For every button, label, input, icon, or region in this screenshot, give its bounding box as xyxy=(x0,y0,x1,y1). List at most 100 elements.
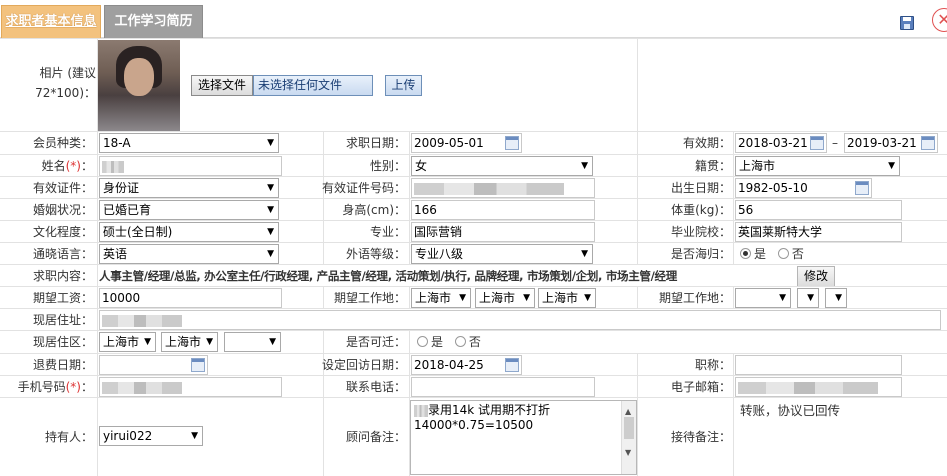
chevron-down-icon: ▼ xyxy=(191,431,198,441)
salary-input[interactable]: 10000 xyxy=(99,288,282,308)
district-province-select[interactable]: 上海市 ▼ xyxy=(99,332,156,352)
education-value: 硕士(全日制) xyxy=(103,225,173,239)
row-name: 姓名(*)： 性别： 女 ▼ 籍贯： 上海市 ▼ xyxy=(0,154,947,176)
relocate-radio-group: 是 否 xyxy=(417,333,481,351)
school-label: 毕业院校： xyxy=(670,225,731,239)
validity-label: 有效期： xyxy=(682,136,731,150)
education-select[interactable]: 硕士(全日制) ▼ xyxy=(99,222,279,242)
work-place-2-district-select[interactable]: ▼ xyxy=(825,288,847,308)
revisit-date-label: 设定回访日期： xyxy=(321,358,406,372)
language-level-select[interactable]: 专业八级 ▼ xyxy=(411,244,593,264)
row-marital: 婚姻状况： 已婚已育 ▼ 身高(cm)： 166 体重(kg)： 56 xyxy=(0,198,947,220)
school-value: 英国莱斯特大学 xyxy=(738,225,823,239)
chevron-down-icon: ▼ xyxy=(584,293,591,303)
birth-date-input[interactable]: 1982-05-10 xyxy=(735,178,872,198)
job-date-input[interactable]: 2009-05-01 xyxy=(411,133,522,153)
holder-label: 持有人： xyxy=(44,430,93,444)
calendar-icon[interactable] xyxy=(505,136,519,150)
district-label: 现居住区： xyxy=(32,335,93,349)
address-input[interactable] xyxy=(99,310,941,330)
calendar-icon[interactable] xyxy=(191,358,205,372)
weight-input[interactable]: 56 xyxy=(735,200,902,220)
gender-value: 女 xyxy=(415,159,428,173)
job-date-label: 求职日期： xyxy=(345,136,406,150)
major-input[interactable]: 国际营销 xyxy=(411,222,595,242)
work-place-city-value: 上海市 xyxy=(479,291,516,305)
redacted-mobile xyxy=(102,381,182,394)
school-input[interactable]: 英国莱斯特大学 xyxy=(735,222,902,242)
close-icon[interactable]: ✕ xyxy=(932,8,947,32)
overseas-yes-label: 是 xyxy=(754,247,767,261)
name-input[interactable] xyxy=(99,156,282,176)
scroll-thumb[interactable] xyxy=(624,417,634,439)
row-id: 有效证件： 身份证 ▼ 有效证件号码： 出生日期： 1982-05-10 xyxy=(0,176,947,198)
marital-status-label: 婚姻状况： xyxy=(32,203,93,217)
reception-note-text[interactable]: 转账，协议已回传 xyxy=(740,402,840,420)
district-city-select[interactable]: 上海市 ▼ xyxy=(161,332,218,352)
gender-select[interactable]: 女 ▼ xyxy=(411,156,593,176)
calendar-icon[interactable] xyxy=(505,358,519,372)
id-type-select[interactable]: 身份证 ▼ xyxy=(99,178,279,198)
chevron-down-icon: ▼ xyxy=(779,293,786,303)
choose-file-button[interactable]: 选择文件 xyxy=(191,75,253,96)
holder-select[interactable]: yirui022 ▼ xyxy=(99,426,203,446)
relocate-no-radio[interactable] xyxy=(454,336,466,347)
language-label: 通晓语言： xyxy=(32,247,93,261)
row-language: 通晓语言： 英语 ▼ 外语等级： 专业八级 ▼ 是否海归： 是 否 xyxy=(0,242,947,264)
overseas-no-radio[interactable] xyxy=(777,248,789,259)
work-place-2-label: 期望工作地： xyxy=(658,291,731,305)
native-place-select[interactable]: 上海市 ▼ xyxy=(735,156,900,176)
photo-row: 相片 (建议72*100)： 选择文件 未选择任何文件 上传 xyxy=(0,38,947,132)
weight-label: 体重(kg)： xyxy=(671,203,731,217)
id-number-label: 有效证件号码： xyxy=(321,181,406,195)
save-icon[interactable] xyxy=(900,16,914,30)
id-number-input[interactable] xyxy=(411,178,595,198)
validity-to-input[interactable]: 2019-03-21 xyxy=(844,133,938,153)
upload-button[interactable]: 上传 xyxy=(385,75,422,96)
height-input[interactable]: 166 xyxy=(411,200,595,220)
revisit-date-input[interactable]: 2018-04-25 xyxy=(411,355,522,375)
chevron-down-icon: ▼ xyxy=(269,337,276,347)
work-place-province-select[interactable]: 上海市 ▼ xyxy=(411,288,471,308)
work-place-2-province-select[interactable]: ▼ xyxy=(735,288,791,308)
relocate-yes-radio[interactable] xyxy=(417,336,428,347)
modify-button[interactable]: 修改 xyxy=(797,266,835,287)
id-type-value: 身份证 xyxy=(103,181,140,195)
job-title-label: 职称： xyxy=(694,358,731,372)
phone-input[interactable] xyxy=(411,377,595,397)
calendar-icon[interactable] xyxy=(810,136,824,150)
job-title-input[interactable] xyxy=(735,355,902,375)
calendar-icon[interactable] xyxy=(921,136,935,150)
refund-date-input[interactable] xyxy=(99,355,208,375)
district-area-select[interactable]: ▼ xyxy=(224,332,281,352)
row-education: 文化程度： 硕士(全日制) ▼ 专业： 国际营销 毕业院校： 英国莱斯特大学 xyxy=(0,220,947,242)
work-place-district-value: 上海市 xyxy=(542,291,579,305)
work-place-district-select[interactable]: 上海市 ▼ xyxy=(538,288,596,308)
work-place-city-select[interactable]: 上海市 ▼ xyxy=(475,288,535,308)
work-place-2-city-select[interactable]: ▼ xyxy=(797,288,819,308)
overseas-label: 是否海归： xyxy=(670,247,731,261)
email-input[interactable] xyxy=(735,377,902,397)
native-place-label: 籍贯： xyxy=(694,159,731,173)
tab-work-study-resume[interactable]: 工作学习简历 xyxy=(104,5,203,38)
row-job-content: 求职内容： 人事主管/经理/总监, 办公室主任/行政经理, 产品主管/经理, 活… xyxy=(0,264,947,287)
name-label-text: 姓名 xyxy=(41,159,66,173)
phone-label: 联系电话： xyxy=(345,380,406,394)
marital-status-select[interactable]: 已婚已育 ▼ xyxy=(99,200,279,220)
advisor-note-scrollbar[interactable]: ▲ ▼ xyxy=(621,401,636,474)
calendar-icon[interactable] xyxy=(855,181,869,195)
holder-value: yirui022 xyxy=(103,429,153,443)
chevron-down-icon: ▼ xyxy=(581,161,588,171)
mobile-label-text: 手机号码 xyxy=(17,380,66,394)
mobile-input[interactable] xyxy=(99,377,282,397)
overseas-yes-radio[interactable] xyxy=(740,248,751,259)
advisor-note-textarea[interactable]: 录用14k 试用期不打折 14000*0.75=10500 ▲ ▼ xyxy=(410,400,637,475)
validity-from-input[interactable]: 2018-03-21 xyxy=(735,133,827,153)
language-select[interactable]: 英语 ▼ xyxy=(99,244,279,264)
chevron-down-icon: ▼ xyxy=(835,293,842,303)
member-type-select[interactable]: 18-A ▼ xyxy=(99,133,279,153)
work-place-province-value: 上海市 xyxy=(415,291,452,305)
scroll-down-icon[interactable]: ▼ xyxy=(625,445,631,460)
tab-basic-info[interactable]: 求职者基本信息 xyxy=(1,5,101,38)
advisor-note-line-1: 录用14k 试用期不打折 xyxy=(414,403,633,418)
